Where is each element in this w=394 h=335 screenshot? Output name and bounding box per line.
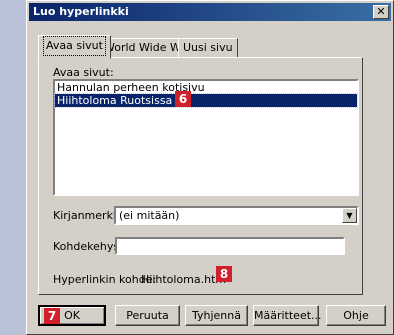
- target-frame-label: Kohdekehys:: [53, 240, 123, 253]
- callout-marker-7: 7: [44, 308, 60, 324]
- open-pages-list[interactable]: Hannulan perheen kotisivu Hiihtoloma Ruo…: [53, 79, 359, 196]
- tab-new-page-label: Uusi sivu: [183, 41, 233, 54]
- list-item[interactable]: Hannulan perheen kotisivu: [55, 81, 357, 94]
- dialog-title: Luo hyperlinkki: [33, 5, 129, 18]
- target-frame-input[interactable]: [115, 237, 345, 255]
- properties-button-label: Määritteet...: [254, 309, 322, 322]
- close-icon[interactable]: ✕: [373, 5, 389, 19]
- clear-button[interactable]: Tyhjennä: [185, 305, 248, 326]
- cancel-button-label: Peruuta: [126, 309, 169, 322]
- callout-marker-8: 8: [216, 266, 232, 282]
- list-item-selected[interactable]: Hiihtoloma Ruotsissa: [54, 93, 358, 108]
- help-button[interactable]: Ohje: [326, 305, 386, 326]
- side-panel: [0, 0, 26, 335]
- tab-new-page[interactable]: Uusi sivu: [178, 38, 238, 58]
- cancel-button[interactable]: Peruuta: [115, 305, 180, 326]
- callout-marker-6: 6: [175, 91, 191, 107]
- tab-open-pages[interactable]: Avaa sivut: [38, 35, 111, 59]
- help-button-label: Ohje: [343, 309, 369, 322]
- chevron-down-icon[interactable]: ▼: [342, 208, 357, 223]
- bookmark-value: (ei mitään): [119, 209, 180, 222]
- bookmark-select[interactable]: (ei mitään) ▼: [114, 206, 359, 225]
- properties-button[interactable]: Määritteet...: [253, 305, 322, 326]
- clear-button-label: Tyhjennä: [192, 309, 241, 322]
- title-bar: Luo hyperlinkki ✕: [29, 3, 391, 21]
- open-pages-label: Avaa sivut:: [53, 66, 114, 79]
- ok-button-label: OK: [64, 309, 80, 322]
- tab-open-pages-label: Avaa sivut: [43, 36, 106, 56]
- link-target-value: Hiihtoloma.htm: [141, 273, 227, 286]
